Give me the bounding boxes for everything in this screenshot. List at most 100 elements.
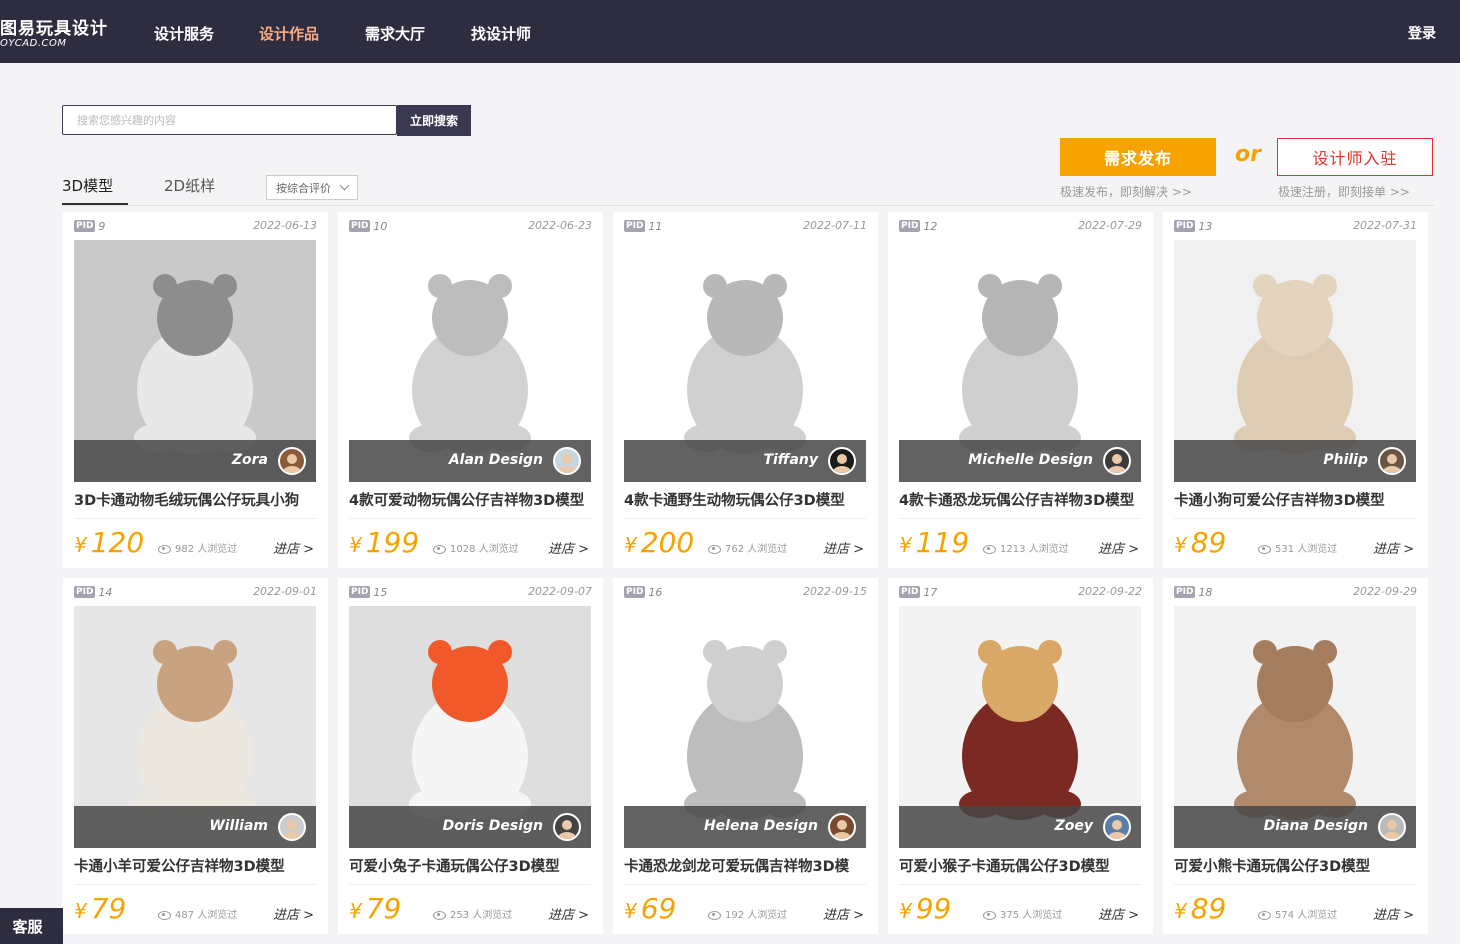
product-card[interactable]: PID 13 2022-07-31 Philip 卡通小狗可爱公仔吉祥物3D模型… (1163, 212, 1428, 568)
currency-symbol: ¥ (1174, 533, 1187, 557)
designer-name[interactable]: Zora (232, 452, 268, 468)
enter-shop-link[interactable]: 进店 > (1098, 904, 1139, 923)
pid-number: 10 (373, 219, 388, 233)
designer-avatar[interactable] (278, 447, 306, 475)
designer-name[interactable]: Zoey (1055, 818, 1093, 834)
designer-avatar[interactable] (1378, 813, 1406, 841)
designer-name[interactable]: Tiffany (763, 452, 818, 468)
enter-shop-link[interactable]: 进店 > (548, 538, 589, 557)
product-thumbnail[interactable]: Doris Design (349, 606, 591, 848)
designer-name[interactable]: Doris Design (443, 818, 543, 834)
designer-bar: Alan Design (349, 440, 591, 482)
product-title[interactable]: 4款卡通野生动物玩偶公仔3D模型 (624, 489, 866, 510)
tab-3d-model[interactable]: 3D模型 (62, 175, 113, 196)
publish-hint[interactable]: 极速发布，即刻解决 >> (1060, 183, 1216, 200)
avatar-icon (833, 454, 851, 473)
designer-name[interactable]: Michelle Design (968, 452, 1093, 468)
product-card[interactable]: PID 14 2022-09-01 William 卡通小羊可爱公仔吉祥物3D模… (63, 578, 328, 934)
enter-shop-link[interactable]: 进店 > (823, 904, 864, 923)
enter-shop-link[interactable]: 进店 > (273, 538, 314, 557)
view-count-text: 253 人浏览过 (450, 910, 513, 921)
product-card[interactable]: PID 17 2022-09-22 Zoey 可爱小猴子卡通玩偶公仔3D模型 ¥… (888, 578, 1153, 934)
product-thumbnail[interactable]: Zora (74, 240, 316, 482)
tab-2d-pattern[interactable]: 2D纸样 (164, 175, 215, 196)
designer-avatar[interactable] (553, 813, 581, 841)
product-thumbnail[interactable]: Philip (1174, 240, 1416, 482)
product-thumbnail[interactable]: Helena Design (624, 606, 866, 848)
product-price: ¥99 (899, 892, 951, 925)
publish-demand-button[interactable]: 需求发布 (1060, 138, 1216, 176)
currency-symbol: ¥ (899, 533, 912, 557)
nav-item-design-service[interactable]: 设计服务 (154, 23, 214, 44)
search-button[interactable]: 立即搜索 (397, 105, 471, 136)
product-title[interactable]: 4款可爱动物玩偶公仔吉祥物3D模型 (349, 489, 591, 510)
product-title[interactable]: 可爱小熊卡通玩偶公仔3D模型 (1174, 855, 1416, 876)
product-title[interactable]: 可爱小兔子卡通玩偶公仔3D模型 (349, 855, 591, 876)
view-count-text: 1028 人浏览过 (450, 544, 519, 555)
designer-avatar[interactable] (553, 447, 581, 475)
designer-name[interactable]: Diana Design (1264, 818, 1368, 834)
currency-symbol: ¥ (74, 533, 87, 557)
product-card[interactable]: PID 18 2022-09-29 Diana Design 可爱小熊卡通玩偶公… (1163, 578, 1428, 934)
product-card[interactable]: PID 9 2022-06-13 Zora 3D卡通动物毛绒玩偶公仔玩具小狗 ¥… (63, 212, 328, 568)
designer-avatar[interactable] (278, 813, 306, 841)
enter-shop-link[interactable]: 进店 > (823, 538, 864, 557)
designer-join-button[interactable]: 设计师入驻 (1277, 138, 1433, 176)
nav-item-find-designer[interactable]: 找设计师 (471, 23, 531, 44)
currency-symbol: ¥ (899, 899, 912, 923)
product-card[interactable]: PID 12 2022-07-29 Michelle Design 4款卡通恐龙… (888, 212, 1153, 568)
publish-date: 2022-07-31 (1353, 219, 1417, 232)
publish-date: 2022-09-29 (1353, 585, 1417, 598)
avatar-icon (1108, 820, 1126, 839)
eye-icon (433, 544, 446, 554)
designer-avatar[interactable] (1103, 813, 1131, 841)
card-header: PID 10 2022-06-23 (349, 219, 592, 233)
customer-service-button[interactable]: 客服 (0, 908, 63, 944)
product-card[interactable]: PID 16 2022-09-15 Helena Design 卡通恐龙剑龙可爱… (613, 578, 878, 934)
designer-name[interactable]: Philip (1323, 452, 1368, 468)
enter-shop-link[interactable]: 进店 > (548, 904, 589, 923)
product-thumbnail[interactable]: William (74, 606, 316, 848)
price-value: 199 (365, 526, 420, 559)
join-hint[interactable]: 极速注册，即刻接单 >> (1278, 183, 1410, 200)
product-title[interactable]: 卡通小狗可爱公仔吉祥物3D模型 (1174, 489, 1416, 510)
product-title[interactable]: 可爱小猴子卡通玩偶公仔3D模型 (899, 855, 1141, 876)
nav-item-demand-hall[interactable]: 需求大厅 (365, 23, 425, 44)
product-title[interactable]: 卡通小羊可爱公仔吉祥物3D模型 (74, 855, 316, 876)
card-divider (1174, 884, 1416, 885)
product-card[interactable]: PID 10 2022-06-23 Alan Design 4款可爱动物玩偶公仔… (338, 212, 603, 568)
product-title[interactable]: 3D卡通动物毛绒玩偶公仔玩具小狗 (74, 489, 316, 510)
designer-name[interactable]: Helena Design (704, 818, 818, 834)
designer-bar: Zora (74, 440, 316, 482)
product-card[interactable]: PID 15 2022-09-07 Doris Design 可爱小兔子卡通玩偶… (338, 578, 603, 934)
designer-avatar[interactable] (1378, 447, 1406, 475)
enter-shop-link[interactable]: 进店 > (1373, 538, 1414, 557)
sort-select[interactable]: 按综合评价 (266, 175, 358, 200)
avatar-icon (1108, 454, 1126, 473)
pid-badge: PID (624, 220, 646, 232)
card-divider (624, 884, 866, 885)
product-thumbnail[interactable]: Diana Design (1174, 606, 1416, 848)
designer-avatar[interactable] (1103, 447, 1131, 475)
product-price: ¥89 (1174, 892, 1226, 925)
product-thumbnail[interactable]: Tiffany (624, 240, 866, 482)
enter-shop-link[interactable]: 进店 > (273, 904, 314, 923)
designer-avatar[interactable] (828, 447, 856, 475)
currency-symbol: ¥ (1174, 899, 1187, 923)
product-title[interactable]: 卡通恐龙剑龙可爱玩偶吉祥物3D模 (624, 855, 866, 876)
enter-shop-link[interactable]: 进店 > (1373, 904, 1414, 923)
login-link[interactable]: 登录 (1408, 23, 1436, 43)
designer-name[interactable]: William (209, 818, 268, 834)
nav-item-design-works[interactable]: 设计作品 (259, 23, 319, 44)
search-input[interactable] (63, 106, 396, 134)
enter-shop-link[interactable]: 进店 > (1098, 538, 1139, 557)
designer-name[interactable]: Alan Design (449, 452, 543, 468)
product-thumbnail[interactable]: Michelle Design (899, 240, 1141, 482)
product-card[interactable]: PID 11 2022-07-11 Tiffany 4款卡通野生动物玩偶公仔3D… (613, 212, 878, 568)
site-logo[interactable]: 图易玩具设计 (0, 14, 108, 39)
designer-bar: Zoey (899, 806, 1141, 848)
designer-avatar[interactable] (828, 813, 856, 841)
product-thumbnail[interactable]: Zoey (899, 606, 1141, 848)
product-title[interactable]: 4款卡通恐龙玩偶公仔吉祥物3D模型 (899, 489, 1141, 510)
product-thumbnail[interactable]: Alan Design (349, 240, 591, 482)
